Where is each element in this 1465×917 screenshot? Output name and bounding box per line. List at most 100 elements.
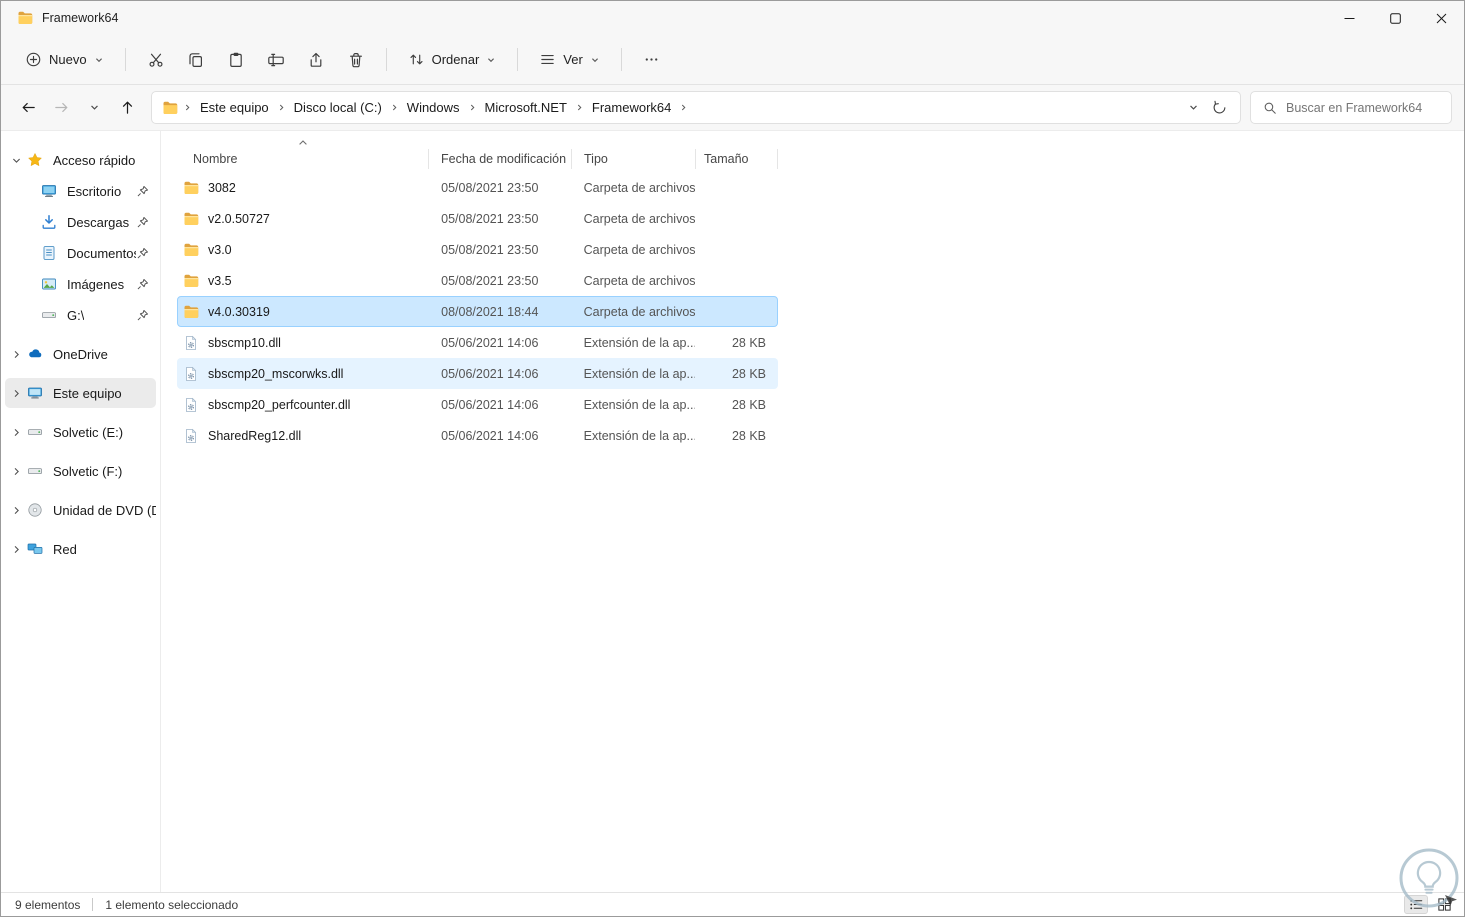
chevron-right-icon[interactable] — [5, 544, 27, 555]
file-size: 28 KB — [731, 397, 766, 412]
sidebar-item-this-pc[interactable]: Este equipo — [5, 378, 156, 408]
sidebar-item-network[interactable]: Red — [5, 534, 156, 564]
forward-button[interactable] — [46, 93, 76, 123]
file-size: 28 KB — [731, 428, 766, 443]
column-header-type[interactable]: Tipo — [572, 149, 696, 169]
file-row[interactable]: sbscmp20_perfcounter.dll 05/06/2021 14:0… — [177, 389, 778, 420]
file-row[interactable]: v3.0 05/08/2021 23:50 Carpeta de archivo… — [177, 234, 778, 265]
file-row[interactable]: v4.0.30319 08/08/2021 18:44 Carpeta de a… — [177, 296, 778, 327]
address-dropdown-button[interactable] — [1180, 95, 1206, 121]
breadcrumb-item[interactable]: Framework64 — [585, 96, 678, 119]
chevron-right-icon[interactable] — [5, 349, 27, 360]
navigation-bar: Este equipo Disco local (C:) Windows Mic… — [1, 85, 1464, 131]
file-name: v4.0.30319 — [208, 304, 270, 319]
view-list-icon — [539, 51, 556, 68]
sidebar-item-documents[interactable]: Documentos — [5, 238, 156, 268]
monitor-icon — [41, 183, 58, 200]
dll-file-icon — [183, 428, 199, 444]
file-type: Carpeta de archivos — [583, 180, 696, 195]
file-date: 05/08/2021 23:50 — [441, 211, 539, 226]
file-name: sbscmp10.dll — [208, 335, 281, 350]
sidebar-item-dvd-drive[interactable]: Unidad de DVD (D:) — [5, 495, 156, 525]
sidebar-item-solvetic-f[interactable]: Solvetic (F:) — [5, 456, 156, 486]
column-header-label: Tipo — [584, 152, 608, 166]
file-name-cell: sbscmp10.dll — [178, 335, 429, 351]
window-controls — [1326, 1, 1464, 35]
file-date: 05/06/2021 14:06 — [441, 335, 539, 350]
share-button[interactable] — [297, 43, 335, 77]
file-row[interactable]: v3.5 05/08/2021 23:50 Carpeta de archivo… — [177, 265, 778, 296]
sort-ascending-icon — [298, 139, 308, 147]
file-row[interactable]: v2.0.50727 05/08/2021 23:50 Carpeta de a… — [177, 203, 778, 234]
details-view-button[interactable] — [1404, 895, 1428, 914]
sort-button[interactable]: Ordenar — [398, 44, 507, 75]
pin-icon — [136, 278, 149, 291]
file-row[interactable]: sbscmp10.dll 05/06/2021 14:06 Extensión … — [177, 327, 778, 358]
recent-locations-button[interactable] — [79, 93, 109, 123]
more-options-button[interactable] — [633, 43, 671, 77]
chevron-right-icon[interactable] — [5, 427, 27, 438]
search-box[interactable]: Buscar en Framework64 — [1250, 91, 1452, 124]
file-name-cell: v3.5 — [178, 273, 429, 289]
new-button[interactable]: Nuevo — [15, 44, 114, 75]
back-button[interactable] — [13, 93, 43, 123]
chevron-right-icon[interactable] — [5, 505, 27, 516]
toolbar-separator — [385, 48, 387, 71]
column-header-label: Nombre — [193, 152, 238, 166]
file-explorer-window: Framework64 Nuevo Ordenar Ver Este equip… — [0, 0, 1465, 917]
copy-button[interactable] — [177, 43, 215, 77]
window-title: Framework64 — [42, 11, 119, 25]
chevron-right-icon[interactable] — [5, 466, 27, 477]
column-header-label: Tamaño — [704, 152, 749, 166]
file-name-cell: sbscmp20_mscorwks.dll — [178, 366, 429, 382]
close-button[interactable] — [1418, 1, 1464, 35]
delete-button[interactable] — [337, 43, 375, 77]
network-icon — [27, 541, 44, 558]
file-list-body: 3082 05/08/2021 23:50 Carpeta de archivo… — [177, 172, 1464, 451]
sidebar-item-desktop[interactable]: Escritorio — [5, 176, 156, 206]
file-row[interactable]: SharedReg12.dll 05/06/2021 14:06 Extensi… — [177, 420, 778, 451]
sidebar-item-quick-access[interactable]: Acceso rápido — [5, 145, 156, 175]
rename-button[interactable] — [257, 43, 295, 77]
file-row[interactable]: sbscmp20_mscorwks.dll 05/06/2021 14:06 E… — [177, 358, 778, 389]
sidebar-item-onedrive[interactable]: OneDrive — [5, 339, 156, 369]
column-header-date[interactable]: Fecha de modificación — [429, 149, 572, 169]
sidebar-item-downloads[interactable]: Descargas — [5, 207, 156, 237]
sidebar-item-label: Solvetic (F:) — [53, 463, 123, 479]
maximize-button[interactable] — [1372, 1, 1418, 35]
file-type: Extensión de la ap... — [583, 428, 696, 443]
sidebar-item-g-drive[interactable]: G:\ — [5, 300, 156, 330]
sidebar-item-solvetic-e[interactable]: Solvetic (E:) — [5, 417, 156, 447]
download-icon — [41, 214, 58, 231]
sort-arrows-icon — [408, 51, 425, 68]
sidebar-item-pictures[interactable]: Imágenes — [5, 269, 156, 299]
sidebar-item-label: Descargas — [67, 214, 130, 230]
breadcrumb-item[interactable]: Este equipo — [193, 96, 276, 119]
file-date: 05/06/2021 14:06 — [441, 428, 539, 443]
minimize-button[interactable] — [1326, 1, 1372, 35]
paste-button[interactable] — [217, 43, 255, 77]
cut-button[interactable] — [137, 43, 175, 77]
titlebar: Framework64 — [1, 1, 1464, 35]
view-button[interactable]: Ver — [529, 44, 610, 75]
large-icons-view-button[interactable] — [1432, 895, 1456, 914]
file-name: v3.0 — [208, 242, 232, 257]
dll-file-icon — [183, 335, 199, 351]
new-button-label: Nuevo — [49, 52, 87, 67]
chevron-right-icon[interactable] — [5, 388, 27, 399]
search-icon — [1263, 101, 1277, 115]
file-row[interactable]: 3082 05/08/2021 23:50 Carpeta de archivo… — [177, 172, 778, 203]
onedrive-cloud-icon — [27, 346, 44, 363]
column-header-name[interactable]: Nombre — [177, 140, 429, 169]
address-bar[interactable]: Este equipo Disco local (C:) Windows Mic… — [151, 91, 1241, 124]
drive-icon — [27, 424, 44, 441]
toolbar: Nuevo Ordenar Ver — [1, 35, 1464, 85]
file-size: 28 KB — [731, 366, 766, 381]
breadcrumb-item[interactable]: Windows — [400, 96, 467, 119]
refresh-button[interactable] — [1206, 95, 1232, 121]
column-header-size[interactable]: Tamaño — [696, 149, 778, 169]
up-button[interactable] — [112, 93, 142, 123]
chevron-down-icon[interactable] — [5, 155, 27, 166]
breadcrumb-item[interactable]: Microsoft.NET — [478, 96, 574, 119]
breadcrumb-item[interactable]: Disco local (C:) — [287, 96, 389, 119]
